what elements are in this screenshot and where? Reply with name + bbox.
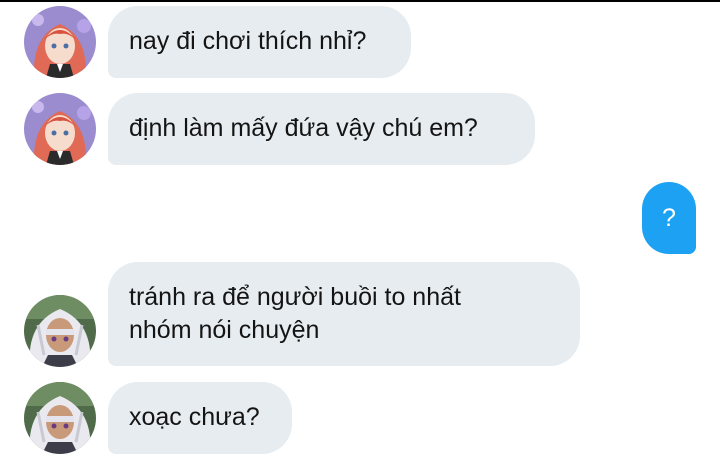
message-text: định làm mấy đứa vậy chú em? (129, 114, 478, 142)
message-bubble[interactable]: định làm mấy đứa vậy chú em? (108, 93, 535, 165)
top-border (0, 0, 720, 2)
message-row: ? (0, 182, 720, 254)
message-text: xoạc chưa? (129, 403, 260, 431)
message-text-line-2: nhóm nói chuyện (129, 316, 320, 344)
message-bubble[interactable]: nay đi chơi thích nhỉ? (108, 6, 411, 78)
message-text: ? (662, 204, 676, 232)
message-text: nay đi chơi thích nhỉ? (129, 27, 367, 55)
message-row: tránh ra để người buồi to nhất nhóm nói … (0, 262, 720, 367)
white-hair-avatar[interactable] (24, 382, 96, 454)
message-row: nay đi chơi thích nhỉ? (0, 6, 720, 78)
message-row: định làm mấy đứa vậy chú em? (0, 93, 720, 165)
red-hair-avatar[interactable] (24, 93, 96, 165)
message-bubble[interactable]: xoạc chưa? (108, 382, 292, 454)
message-bubble[interactable]: tránh ra để người buồi to nhất nhóm nói … (108, 262, 580, 366)
white-hair-avatar[interactable] (24, 295, 96, 367)
message-row: xoạc chưa? (0, 382, 720, 454)
red-hair-avatar[interactable] (24, 6, 96, 78)
message-text-line-1: tránh ra để người buồi to nhất (129, 283, 461, 311)
outgoing-message-bubble[interactable]: ? (642, 182, 696, 254)
